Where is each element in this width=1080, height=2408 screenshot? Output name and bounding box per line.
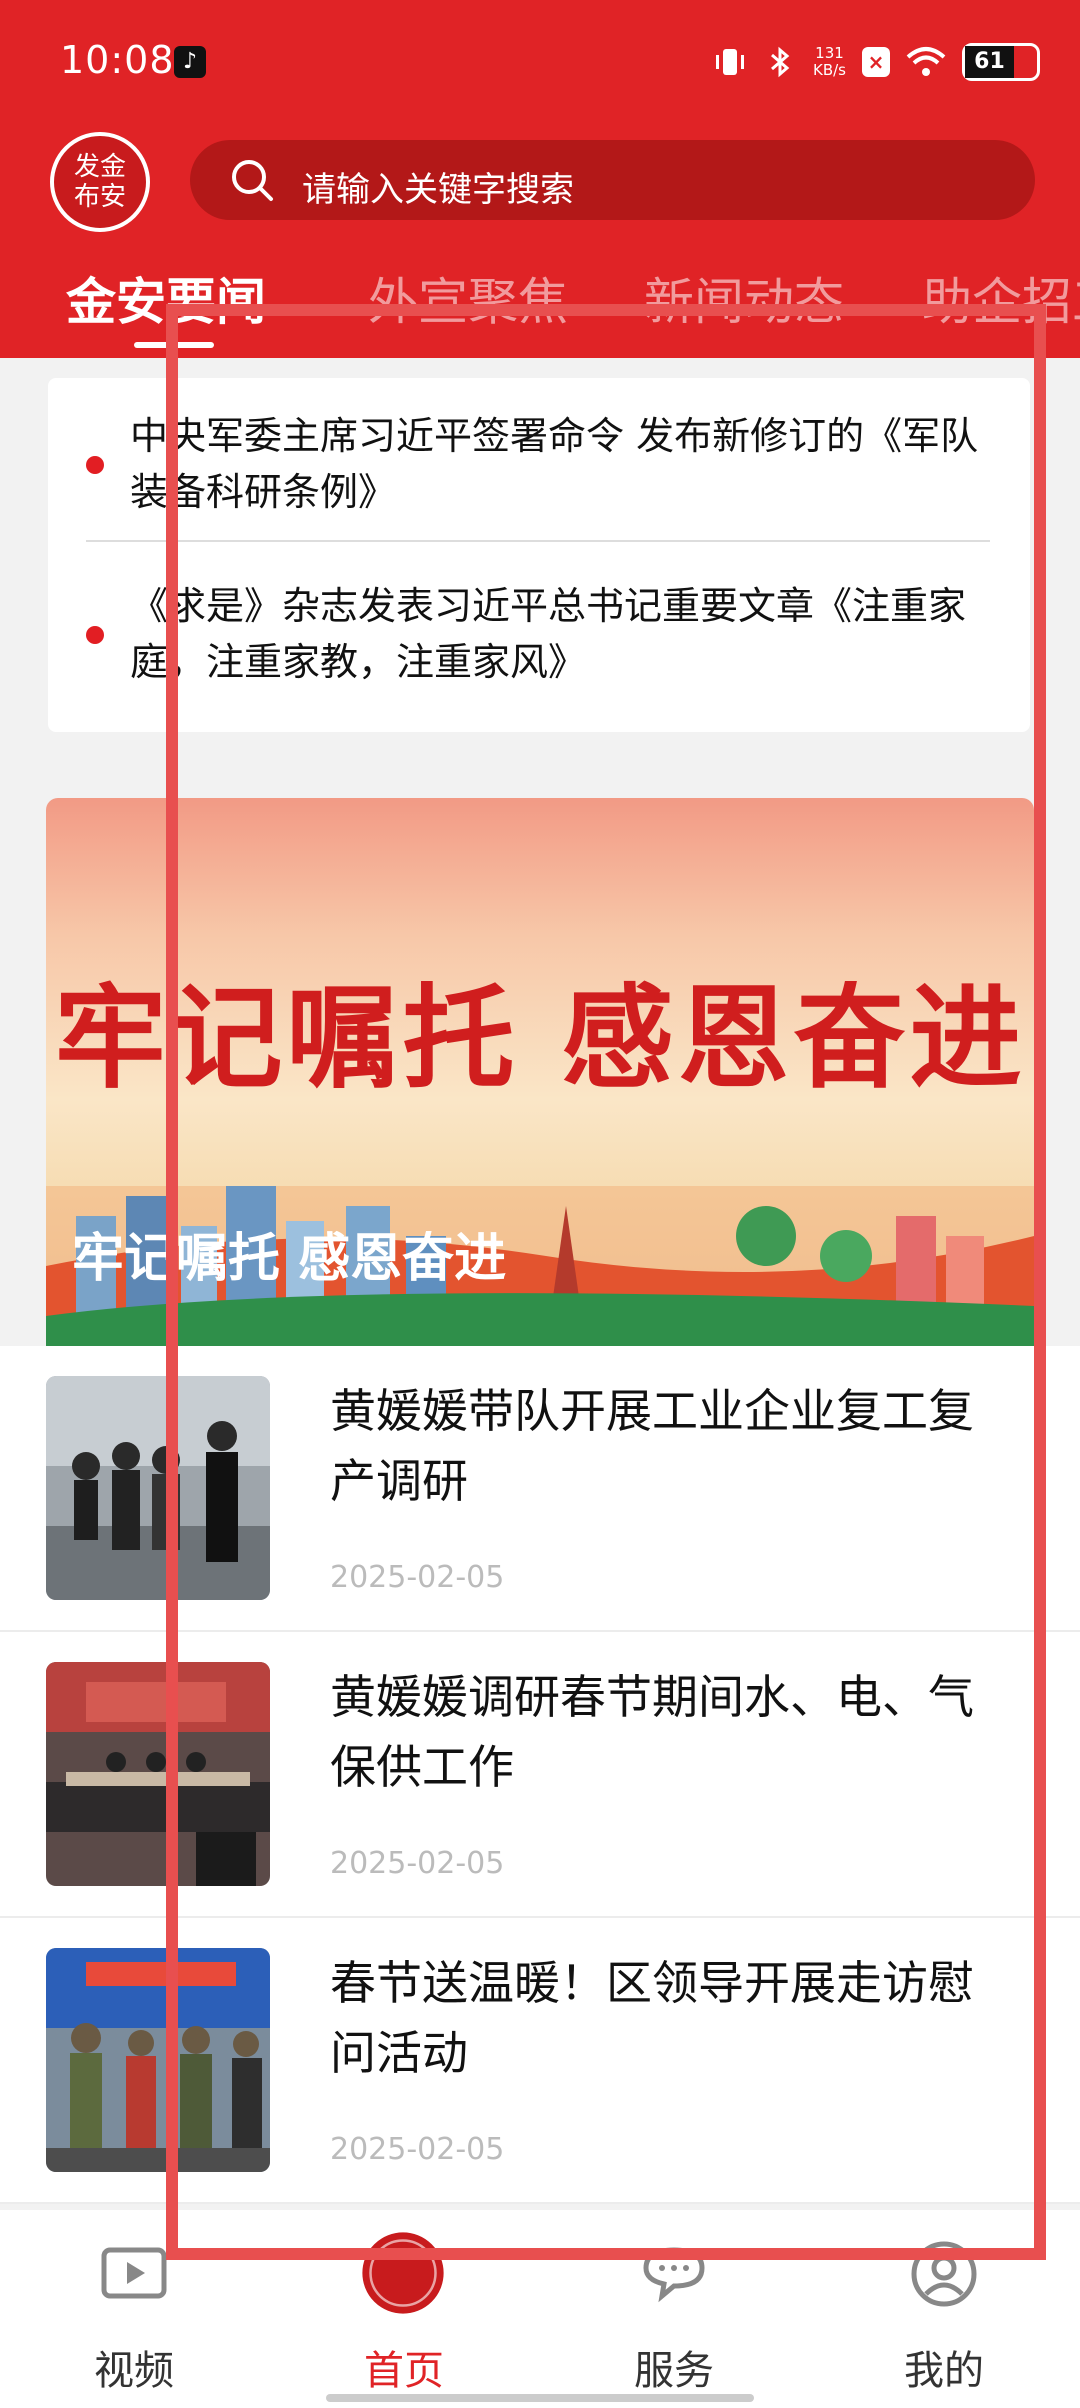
- news-thumbnail: [46, 1662, 270, 1886]
- news-thumbnail: [46, 1948, 270, 2172]
- news-date: 2025-02-05: [330, 1560, 505, 1595]
- nav-label: 服务: [634, 2348, 714, 2394]
- net-speed-value: 131: [815, 44, 844, 62]
- tab-news-updates[interactable]: 新闻动态: [644, 262, 844, 334]
- battery-icon: 61: [962, 43, 1040, 81]
- search-icon: [232, 160, 273, 201]
- status-time: 10:08: [60, 38, 175, 82]
- logo-text: 发金布安: [73, 152, 126, 212]
- nav-label: 视频: [94, 2348, 174, 2394]
- app-header: 10:08 ♪ 131 KB/s × 61 发金布安 请输入关键字搜索 金安要闻 …: [0, 0, 1080, 358]
- headline-card: 中央军委主席习近平签署命令 发布新修订的《军队装备科研条例》 《求是》杂志发表习…: [48, 378, 1030, 732]
- bullet-dot: [86, 626, 104, 644]
- news-item[interactable]: 黄媛媛调研春节期间水、电、气保供工作 2025-02-05: [0, 1632, 1080, 1918]
- nav-label: 我的: [904, 2348, 984, 2394]
- vibrate-icon: [716, 49, 744, 75]
- user-icon: [911, 2241, 977, 2307]
- nav-label: 首页: [364, 2348, 444, 2394]
- bluetooth-icon: [771, 46, 790, 78]
- battery-level: 61: [965, 46, 1014, 78]
- active-tab-indicator: [134, 342, 214, 348]
- status-bar: 10:08 ♪ 131 KB/s × 61: [0, 0, 1080, 126]
- net-speed-unit: KB/s: [813, 61, 846, 79]
- news-title: 春节送温暖！区领导开展走访慰问活动: [330, 1956, 974, 2080]
- status-icons: 131 KB/s × 61: [713, 40, 1040, 84]
- category-tabs: 金安要闻 外宣聚焦 新闻动态 助企招工: [0, 262, 1080, 342]
- home-logo-icon: [358, 2228, 448, 2318]
- banner-caption: 牢记嘱托 感恩奋进: [72, 1228, 507, 1289]
- news-item[interactable]: 春节送温暖！区领导开展走访慰问活动 2025-02-05: [0, 1918, 1080, 2204]
- tiktok-icon: ♪: [174, 46, 206, 78]
- search-placeholder: 请输入关键字搜索: [302, 170, 574, 210]
- app-logo[interactable]: 发金布安: [50, 132, 150, 232]
- headline-text: 中央军委主席习近平签署命令 发布新修订的《军队装备科研条例》: [130, 414, 979, 514]
- home-gesture-bar[interactable]: [326, 2394, 754, 2402]
- search-bar[interactable]: 请输入关键字搜索: [190, 140, 1035, 220]
- news-date: 2025-02-05: [330, 1846, 505, 1881]
- divider: [86, 540, 990, 542]
- news-date: 2025-02-05: [330, 2132, 505, 2167]
- chat-bubbles-icon: [643, 2247, 705, 2303]
- news-title: 黄媛媛调研春节期间水、电、气保供工作: [330, 1670, 974, 1794]
- bottom-nav: 视频 首页 服务 我的: [0, 2210, 1080, 2408]
- headline-item[interactable]: 《求是》杂志发表习近平总书记重要文章《注重家庭，注重家教，注重家风》: [48, 578, 1030, 698]
- feature-banner[interactable]: 牢记嘱托 感恩奋进 牢记嘱托 感恩奋进: [46, 798, 1034, 1346]
- video-icon: [101, 2247, 167, 2299]
- tab-jinan-news[interactable]: 金安要闻: [66, 262, 266, 334]
- bullet-dot: [86, 456, 104, 474]
- headline-text: 《求是》杂志发表习近平总书记重要文章《注重家庭，注重家教，注重家风》: [130, 584, 967, 684]
- headline-item[interactable]: 中央军委主席习近平签署命令 发布新修订的《军队装备科研条例》: [48, 408, 1030, 528]
- news-item[interactable]: 黄媛媛带队开展工业企业复工复产调研 2025-02-05: [0, 1346, 1080, 1632]
- news-title: 黄媛媛带队开展工业企业复工复产调研: [330, 1384, 974, 1508]
- tab-external-focus[interactable]: 外宣聚焦: [368, 262, 568, 334]
- news-thumbnail: [46, 1376, 270, 1600]
- net-speed: 131 KB/s: [813, 45, 846, 79]
- tab-enterprise-recruit[interactable]: 助企招工: [922, 262, 1080, 334]
- no-sim-icon: ×: [862, 47, 890, 77]
- wifi-icon: [906, 47, 946, 76]
- banner-headline: 牢记嘱托 感恩奋进: [54, 973, 1026, 1104]
